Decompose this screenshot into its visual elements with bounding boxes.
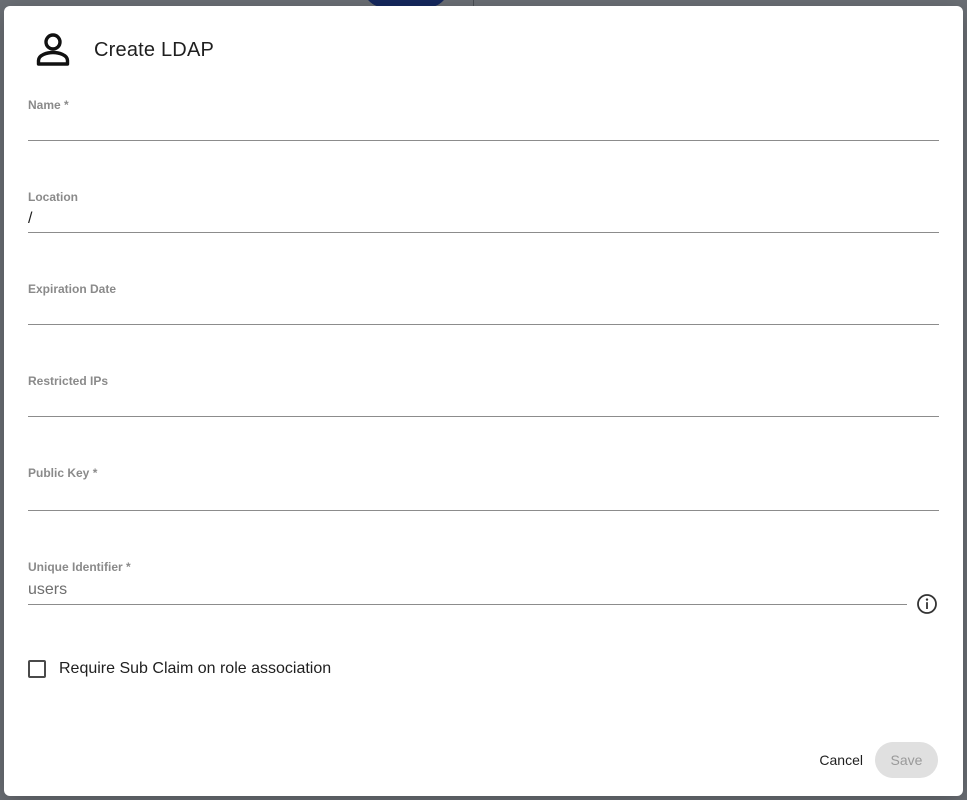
unique-identifier-input[interactable] bbox=[28, 575, 907, 605]
restricted-ips-label: Restricted IPs bbox=[28, 374, 109, 388]
dialog-header: Create LDAP bbox=[34, 28, 214, 72]
public-key-label: Public Key * bbox=[28, 466, 98, 480]
dialog-title: Create LDAP bbox=[94, 38, 215, 61]
restricted-ips-input[interactable] bbox=[28, 389, 939, 417]
unique-identifier-label: Unique Identifier * bbox=[28, 560, 131, 574]
create-ldap-dialog: Create LDAP Name * Location Expiration D… bbox=[4, 6, 963, 796]
public-key-input[interactable] bbox=[28, 481, 939, 511]
restricted-ips-field-group: Restricted IPs bbox=[28, 373, 939, 417]
name-input[interactable] bbox=[28, 113, 939, 141]
save-button[interactable]: Save bbox=[875, 742, 938, 778]
location-label: Location bbox=[28, 190, 78, 204]
sub-claim-checkbox-row[interactable]: Require Sub Claim on role association bbox=[28, 660, 331, 678]
expiration-date-field-group: Expiration Date bbox=[28, 281, 939, 325]
public-key-field-group: Public Key * bbox=[28, 465, 939, 511]
unique-identifier-field-group: Unique Identifier * bbox=[28, 559, 907, 605]
location-input[interactable] bbox=[28, 205, 939, 233]
name-field-group: Name * bbox=[28, 97, 939, 141]
name-label: Name * bbox=[28, 98, 69, 112]
cancel-button[interactable]: Cancel bbox=[809, 744, 873, 776]
expiration-date-label: Expiration Date bbox=[28, 282, 117, 296]
expiration-date-input[interactable] bbox=[28, 297, 939, 325]
dialog-footer: Cancel Save bbox=[809, 742, 938, 778]
location-field-group: Location bbox=[28, 189, 939, 233]
info-icon[interactable] bbox=[916, 593, 938, 615]
sub-claim-checkbox[interactable] bbox=[28, 660, 46, 678]
sub-claim-checkbox-label[interactable]: Require Sub Claim on role association bbox=[59, 660, 331, 678]
person-icon bbox=[36, 33, 70, 66]
